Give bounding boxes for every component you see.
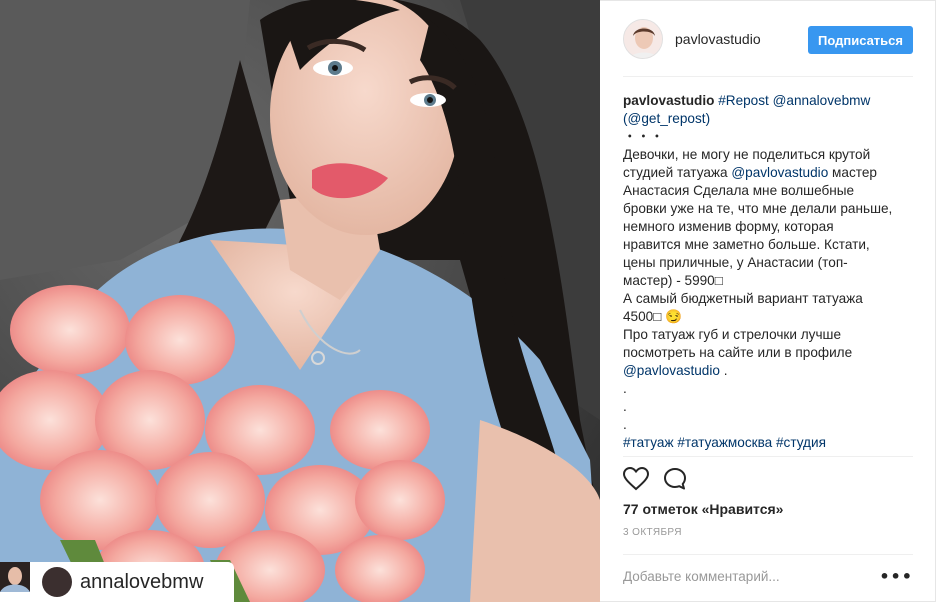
- caption-divider: [623, 456, 913, 457]
- mention-pavlovastudio-2[interactable]: @pavlovastudio: [623, 363, 720, 378]
- photo-illustration: [0, 0, 600, 602]
- follow-button[interactable]: Подписаться: [807, 26, 913, 54]
- comment-input[interactable]: [623, 568, 873, 584]
- author-avatar[interactable]: [623, 19, 663, 59]
- post-sidebar: pavlovastudio Подписаться pavlovastudio …: [601, 0, 936, 602]
- repost-badge[interactable]: annalovebmw: [0, 562, 234, 602]
- repost-username: annalovebmw: [80, 570, 204, 593]
- action-bar: [622, 466, 687, 496]
- post-date: 3 ОКТЯБРЯ: [623, 527, 682, 538]
- post-photo[interactable]: annalovebmw: [0, 0, 600, 602]
- caption-text-2: мастер Анастасия Сделала мне волшебные б…: [623, 165, 893, 360]
- post-caption: pavlovastudio #Repost @annalovebmw (@get…: [623, 92, 893, 456]
- caption-dots: ・・・: [623, 129, 664, 144]
- header-divider: [623, 76, 913, 77]
- heart-icon[interactable]: [622, 466, 650, 495]
- repost-hashtag[interactable]: #Repost: [718, 93, 769, 108]
- repost-avatar: [0, 562, 72, 597]
- comment-divider: [623, 554, 913, 555]
- author-username[interactable]: pavlovastudio: [675, 31, 761, 47]
- mention-annalovebmw[interactable]: @annalovebmw: [773, 93, 871, 108]
- caption-hashtags[interactable]: #татуаж #татуажмосква #студия: [623, 434, 893, 452]
- mention-pavlovastudio[interactable]: @pavlovastudio: [731, 165, 828, 180]
- more-options-icon[interactable]: •••: [879, 567, 913, 586]
- likes-count[interactable]: 77 отметок «Нравится»: [623, 501, 783, 517]
- comment-row: •••: [623, 556, 913, 596]
- comment-bubble-icon[interactable]: [663, 467, 687, 495]
- caption-author[interactable]: pavlovastudio: [623, 93, 714, 108]
- post-header: pavlovastudio Подписаться: [623, 18, 913, 60]
- mention-get-repost[interactable]: (@get_repost): [623, 111, 710, 126]
